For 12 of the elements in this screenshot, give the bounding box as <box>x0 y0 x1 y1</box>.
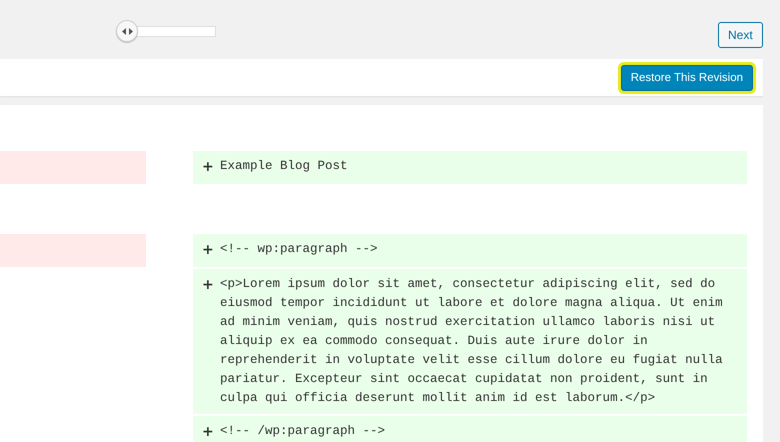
slider-handle[interactable] <box>116 20 138 42</box>
added-marker: + <box>202 158 215 177</box>
code-text: <p>Lorem ipsum dolor sit amet, consectetur adipiscing elit, sed do eiusmod tempor incididunt ut labore et dolore magna aliqua. Ut enim ad minim veniam, quis nostrud exercitation ullamco laboris nisi ut aliquip ex ea commodo consequat. Duis aute irure dolor in reprehenderit in voluptate velit esse cillum dolore eu fugiat nulla pariatur. Excepteur sint occaecat cupidatat non proident, sunt in culpa qui officia deserunt mollit anim id est laborum.</p> <box>220 276 724 407</box>
code-text: <!-- /wp:paragraph --> <box>220 423 386 440</box>
code-text: <!-- wp:paragraph --> <box>220 241 379 258</box>
added-marker: + <box>202 241 215 260</box>
slider-track[interactable] <box>116 20 216 42</box>
added-marker: + <box>202 423 215 442</box>
next-button[interactable]: Next <box>718 22 763 48</box>
added-marker: + <box>202 276 215 295</box>
code-text: Example Blog Post <box>220 158 349 175</box>
left-right-arrows-icon <box>122 28 132 34</box>
